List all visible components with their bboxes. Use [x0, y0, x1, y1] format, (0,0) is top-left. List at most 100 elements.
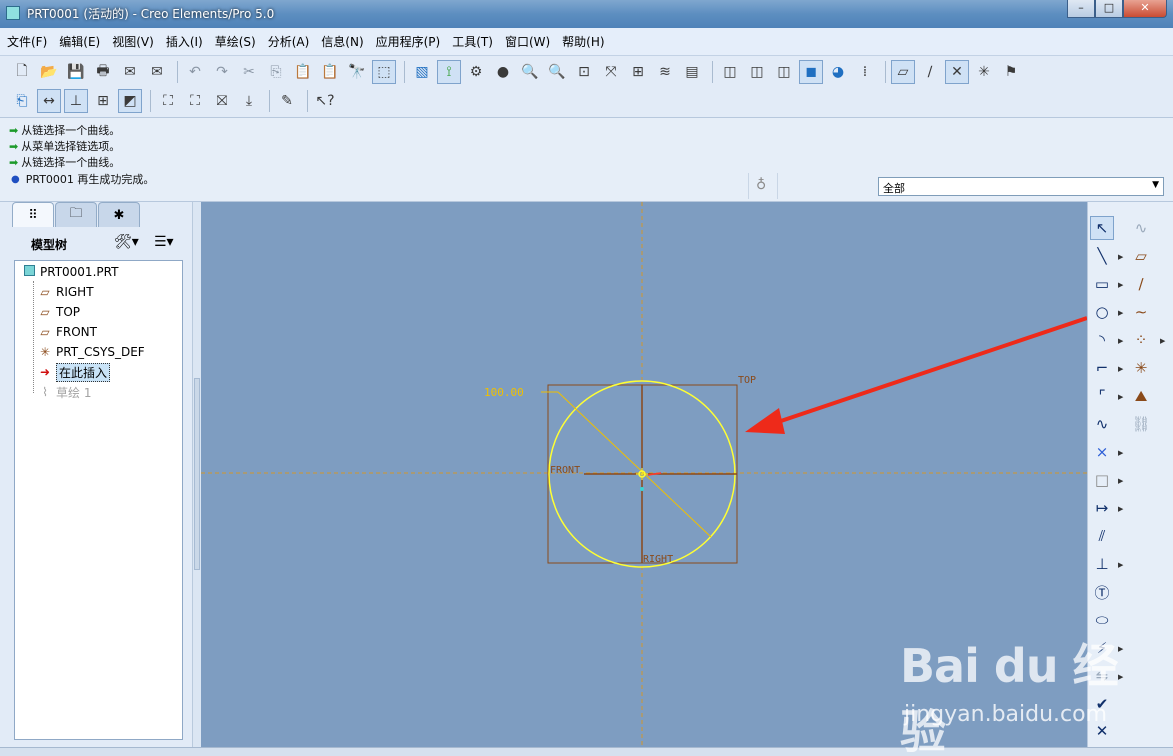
print-icon[interactable]: 🖶 — [91, 60, 115, 84]
chevron-right-icon[interactable]: ▶ — [1118, 393, 1123, 401]
line-tool-icon[interactable]: ╲ — [1090, 244, 1114, 268]
circle-tool-icon[interactable]: ○ — [1090, 300, 1114, 324]
tab-folder-browser[interactable]: 🗀 — [55, 202, 97, 227]
chevron-right-icon[interactable]: ▶ — [1160, 337, 1165, 345]
layers-icon[interactable]: ≋ — [653, 60, 677, 84]
fillet-tool-icon[interactable]: ⌐ — [1090, 356, 1114, 380]
datum-plane-tool-icon[interactable]: ▱ — [1129, 244, 1153, 268]
undo-icon[interactable]: ↶ — [183, 60, 207, 84]
highlight-open-ends-icon[interactable]: ⛶ — [183, 89, 207, 113]
shade-closed-loops-icon[interactable]: ⛶ — [156, 89, 180, 113]
rectangle-tool-icon[interactable]: ▭ — [1090, 272, 1114, 296]
point-tool-icon[interactable]: × — [1090, 440, 1114, 464]
maximize-button[interactable]: □ — [1095, 0, 1123, 18]
datum-axes-toggle-icon[interactable]: ∕ — [918, 60, 942, 84]
email-icon[interactable]: ✉ — [118, 60, 142, 84]
menu-help[interactable]: 帮助(H) — [562, 33, 604, 50]
datum-axis-tool-icon[interactable]: ∕ — [1129, 272, 1153, 296]
wireframe-icon[interactable]: ◫ — [718, 60, 742, 84]
paste-icon[interactable]: 📋 — [291, 60, 315, 84]
email-attach-icon[interactable]: ✉ — [145, 60, 169, 84]
spline-tool-icon[interactable]: ∿ — [1090, 412, 1114, 436]
sketch-setup-icon[interactable]: ⎗ — [10, 89, 34, 113]
zoom-out-icon[interactable]: 🔍 — [545, 60, 569, 84]
box-select-icon[interactable]: ⬚ — [372, 60, 396, 84]
chamfer-tool-icon[interactable]: ⌜ — [1090, 384, 1114, 408]
display-grid-icon[interactable]: ⊞ — [91, 89, 115, 113]
tree-item-insert-here[interactable]: ➜ 在此插入 — [37, 362, 111, 382]
datum-point-tool-icon[interactable]: ⁘ — [1129, 328, 1153, 352]
chain-link-disabled-icon[interactable]: ⛓ — [1129, 412, 1153, 436]
use-edge-tool-icon[interactable]: □ — [1090, 468, 1114, 492]
menu-file[interactable]: 文件(F) — [7, 33, 47, 50]
display-dimensions-icon[interactable]: ↔ — [37, 89, 61, 113]
menu-insert[interactable]: 插入(I) — [166, 33, 203, 50]
refit-icon[interactable]: ⊡ — [572, 60, 596, 84]
menu-tools[interactable]: 工具(T) — [452, 33, 493, 50]
csys-tool-icon[interactable]: ✳ — [1129, 356, 1153, 380]
chevron-right-icon[interactable]: ▶ — [1118, 477, 1123, 485]
chevron-right-icon[interactable]: ▶ — [1118, 309, 1123, 317]
menu-applications[interactable]: 应用程序(P) — [376, 33, 441, 50]
close-button[interactable]: ✕ — [1123, 0, 1167, 18]
sketch-orient-icon[interactable]: ▧ — [410, 60, 434, 84]
text-tool-icon[interactable]: Ⓣ — [1090, 580, 1114, 604]
menu-sketch[interactable]: 草绘(S) — [215, 33, 256, 50]
tree-item-root[interactable]: PRT0001.PRT — [21, 263, 118, 281]
menu-window[interactable]: 窗口(W) — [505, 33, 550, 50]
menu-view[interactable]: 视图(V) — [112, 33, 154, 50]
datum-curve-tool-icon[interactable]: ∼ — [1129, 300, 1153, 324]
reorient-icon[interactable]: ⤧ — [599, 60, 623, 84]
sketch-curve-disabled-icon[interactable]: ∿ — [1129, 216, 1153, 240]
model-tree-toggle-icon[interactable]: ◕ — [826, 60, 850, 84]
display-constraints-icon[interactable]: ⊥ — [64, 89, 88, 113]
tree-item-top[interactable]: ▱ TOP — [37, 303, 80, 321]
no-hidden-icon[interactable]: ◫ — [772, 60, 796, 84]
chevron-right-icon[interactable]: ▶ — [1118, 281, 1123, 289]
arc-tool-icon[interactable]: ◝ — [1090, 328, 1114, 352]
annotations-toggle-icon[interactable]: ⚑ — [999, 60, 1023, 84]
datum-planes-toggle-icon[interactable]: ▱ — [891, 60, 915, 84]
appearance-sphere-icon[interactable]: ● — [491, 60, 515, 84]
analysis-tool-icon[interactable]: ⛰ — [1129, 384, 1153, 408]
context-help-icon[interactable]: ↖? — [313, 89, 337, 113]
palette-tool-icon[interactable]: ⬭ — [1090, 608, 1114, 632]
tree-item-sketch[interactable]: ⌇ 草绘 1 — [37, 383, 91, 401]
find-icon[interactable]: 🔭 — [345, 60, 369, 84]
cut-icon[interactable]: ✂ — [237, 60, 261, 84]
spin-center-icon[interactable]: ⟟ — [437, 60, 461, 84]
view-manager-icon[interactable]: ▤ — [680, 60, 704, 84]
menu-edit[interactable]: 编辑(E) — [59, 33, 100, 50]
lightbulb-icon[interactable]: ♁ — [756, 177, 766, 193]
panel-splitter[interactable] — [192, 202, 201, 750]
redo-icon[interactable]: ↷ — [210, 60, 234, 84]
chevron-right-icon[interactable]: ▶ — [1118, 561, 1123, 569]
save-icon[interactable]: 💾 — [64, 60, 88, 84]
tree-show-icon[interactable]: ☰▾ — [154, 234, 174, 250]
tree-settings-icon[interactable]: 🛠▾ — [114, 234, 139, 250]
saved-views-icon[interactable]: ⊞ — [626, 60, 650, 84]
chevron-right-icon[interactable]: ▶ — [1118, 365, 1123, 373]
feature-requirements-icon[interactable]: ⤓ — [237, 89, 261, 113]
view-orient-icon[interactable]: ⚙ — [464, 60, 488, 84]
csys-toggle-icon[interactable]: ✳ — [972, 60, 996, 84]
chevron-right-icon[interactable]: ▶ — [1118, 505, 1123, 513]
open-folder-icon[interactable]: 📂 — [37, 60, 61, 84]
display-vertices-icon[interactable]: ◩ — [118, 89, 142, 113]
tree-item-front[interactable]: ▱ FRONT — [37, 323, 97, 341]
modify-tool-icon[interactable]: ⫽ — [1090, 524, 1114, 548]
tab-favorites[interactable]: ✱ — [98, 202, 140, 227]
new-file-icon[interactable]: 🗋 — [10, 60, 34, 84]
zoom-in-icon[interactable]: 🔍 — [518, 60, 542, 84]
hidden-line-icon[interactable]: ◫ — [745, 60, 769, 84]
tree-item-right[interactable]: ▱ RIGHT — [37, 283, 93, 301]
datum-points-toggle-icon[interactable]: ✕ — [945, 60, 969, 84]
splitter-grip[interactable] — [194, 378, 200, 570]
shading-icon[interactable]: ◼ — [799, 60, 823, 84]
paste-special-icon[interactable]: 📋 — [318, 60, 342, 84]
menu-analysis[interactable]: 分析(A) — [268, 33, 310, 50]
overlap-geometry-icon[interactable]: ⛝ — [210, 89, 234, 113]
dimension-tool-icon[interactable]: ↦ — [1090, 496, 1114, 520]
selection-filter-select[interactable]: 全部 ▼ — [878, 177, 1164, 196]
minimize-button[interactable]: – — [1067, 0, 1095, 18]
